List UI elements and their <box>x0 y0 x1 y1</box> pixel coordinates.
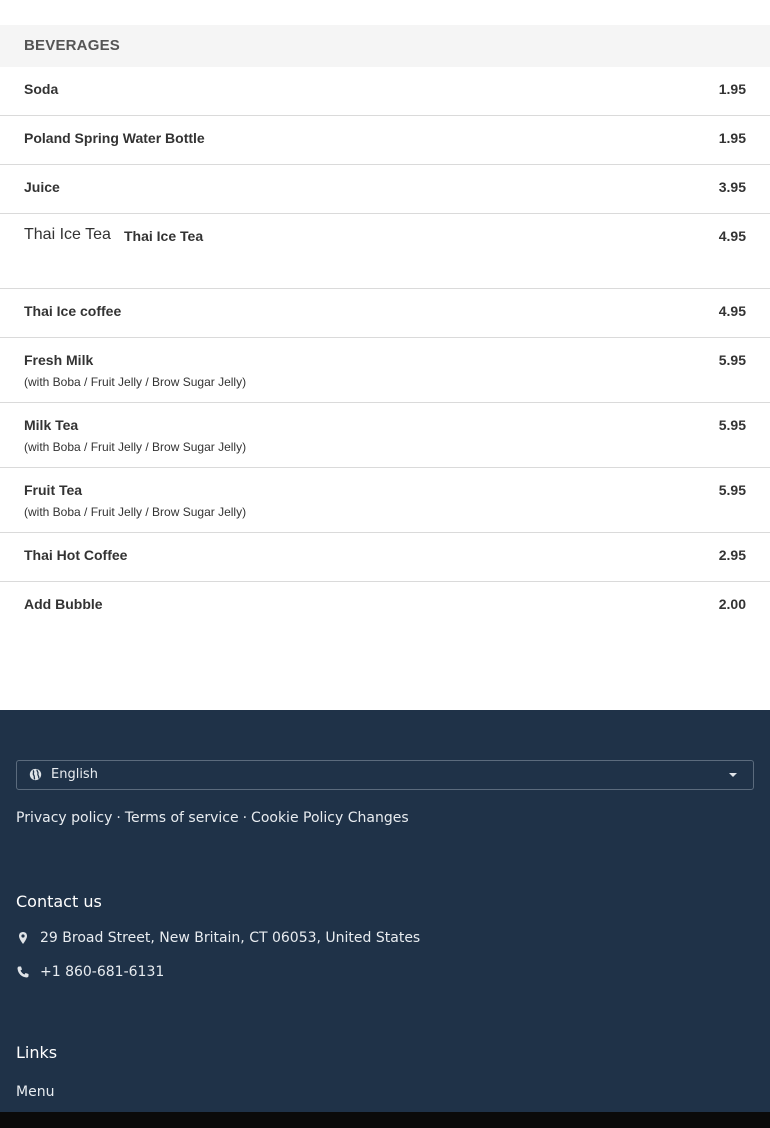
language-selected: English <box>51 767 98 782</box>
item-price: 4.95 <box>718 303 746 319</box>
item-name: Soda <box>24 81 59 97</box>
address-row[interactable]: 29 Broad Street, New Britain, CT 06053, … <box>16 929 716 947</box>
item-description: (with Boba / Fruit Jelly / Brow Sugar Je… <box>24 505 247 519</box>
item-price: 5.95 <box>718 352 746 368</box>
item-name: Fresh Milk <box>24 352 94 368</box>
phone-icon <box>17 966 29 978</box>
menu-area: BEVERAGES Soda 1.95 Poland Spring Water … <box>0 0 770 710</box>
menu-item[interactable]: Thai Ice coffee 4.95 <box>0 289 770 338</box>
item-price: 2.00 <box>718 596 746 612</box>
section-title: BEVERAGES <box>24 37 120 54</box>
language-select[interactable]: English <box>16 760 754 790</box>
item-image: Thai Ice Tea <box>24 226 111 243</box>
menu-item[interactable]: Fresh Milk (with Boba / Fruit Jelly / Br… <box>0 338 770 403</box>
item-name: Milk Tea <box>24 417 79 433</box>
address-text: 29 Broad Street, New Britain, CT 06053, … <box>40 930 421 946</box>
item-price: 5.95 <box>718 417 746 433</box>
item-name: Add Bubble <box>24 596 103 612</box>
bottom-bar <box>0 1112 770 1128</box>
item-price: 2.95 <box>718 547 746 563</box>
menu-item[interactable]: Add Bubble 2.00 <box>0 582 770 631</box>
menu-item[interactable]: Fruit Tea (with Boba / Fruit Jelly / Bro… <box>0 468 770 533</box>
item-description: (with Boba / Fruit Jelly / Brow Sugar Je… <box>24 375 247 389</box>
globe-icon <box>29 768 42 781</box>
menu-item[interactable]: Poland Spring Water Bottle 1.95 <box>0 116 770 165</box>
phone-row[interactable]: +1 860-681-6131 <box>16 963 316 981</box>
terms-of-service-link[interactable]: Terms of service <box>125 810 239 826</box>
section-header: BEVERAGES <box>0 25 770 67</box>
menu-item[interactable]: Juice 3.95 <box>0 165 770 214</box>
item-description: (with Boba / Fruit Jelly / Brow Sugar Je… <box>24 440 247 454</box>
menu-item[interactable]: Thai Hot Coffee 2.95 <box>0 533 770 582</box>
item-price: 5.95 <box>718 482 746 498</box>
links-title: Links <box>16 1043 58 1062</box>
footer: English Privacy policy · Terms of service ·… <box>0 710 770 1112</box>
menu-link[interactable]: Menu <box>16 1083 54 1101</box>
phone-text: +1 860-681-6131 <box>40 964 165 980</box>
separator: · <box>242 810 248 826</box>
item-price: 1.95 <box>718 130 746 146</box>
item-price: 1.95 <box>718 81 746 97</box>
contact-title: Contact us <box>16 892 102 911</box>
item-name: Thai Hot Coffee <box>24 547 128 563</box>
item-name: Poland Spring Water Bottle <box>24 130 205 146</box>
menu-item[interactable]: Milk Tea (with Boba / Fruit Jelly / Brow… <box>0 403 770 468</box>
chevron-down-icon <box>729 773 737 777</box>
item-name: Thai Ice coffee <box>24 303 122 319</box>
cookie-policy-link[interactable]: Cookie Policy Changes <box>251 810 409 826</box>
separator: · <box>116 810 121 826</box>
legal-links: Privacy policy · Terms of service · Cookie P… <box>16 809 409 827</box>
item-price: 4.95 <box>718 228 746 244</box>
item-name: Fruit Tea <box>24 482 83 498</box>
menu-item[interactable]: Soda 1.95 <box>0 67 770 116</box>
item-name: Juice <box>24 179 60 195</box>
item-price: 3.95 <box>718 179 746 195</box>
menu-item[interactable]: Thai Ice Tea Thai Ice Tea 4.95 <box>0 214 770 289</box>
item-name: Thai Ice Tea <box>124 228 204 244</box>
map-pin-icon <box>19 932 27 944</box>
privacy-policy-link[interactable]: Privacy policy <box>16 810 112 826</box>
menu-items-list: Soda 1.95 Poland Spring Water Bottle 1.9… <box>0 67 770 631</box>
